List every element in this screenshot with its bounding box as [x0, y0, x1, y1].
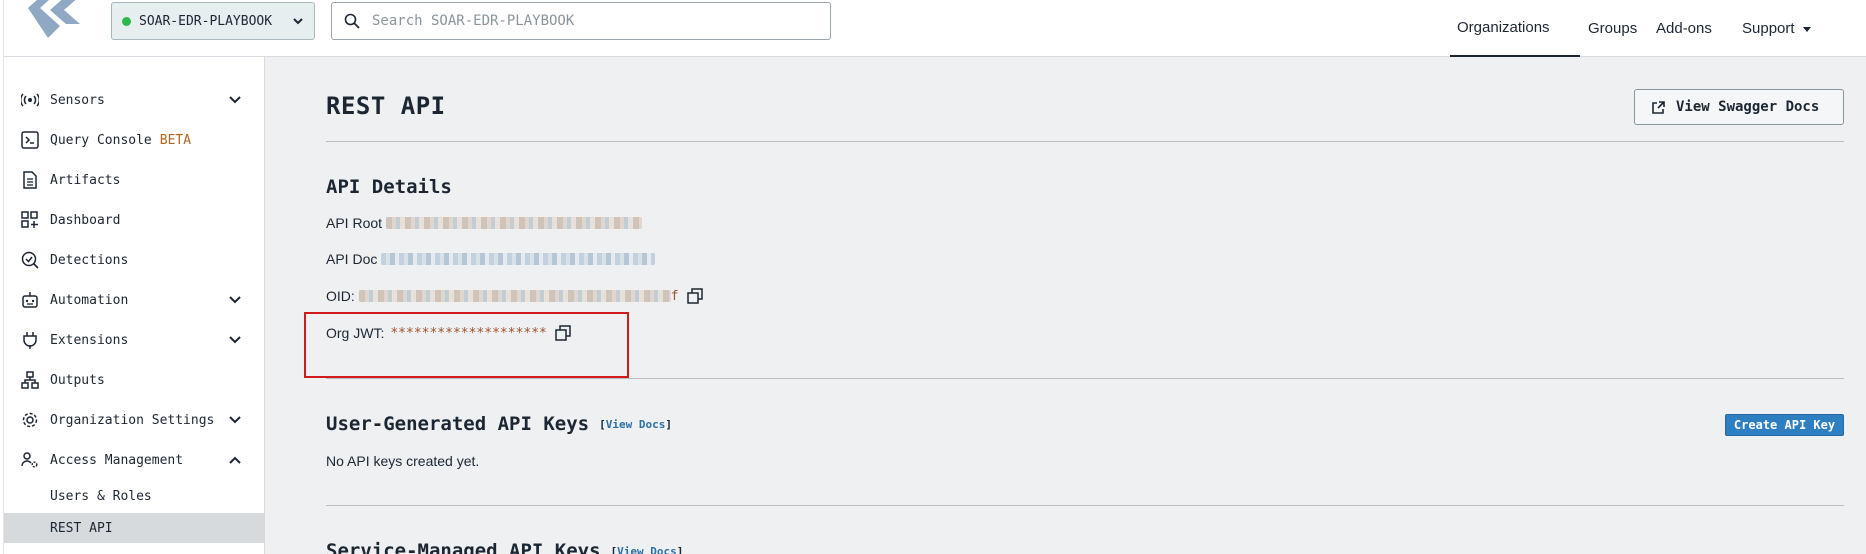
search-input[interactable]: Search SOAR-EDR-PLAYBOOK [331, 2, 831, 40]
divider [326, 505, 1844, 506]
org-selector[interactable]: SOAR-EDR-PLAYBOOK [111, 2, 315, 40]
sidebar-item-label: Organization Settings [50, 412, 215, 428]
nav-add-ons-label: Add-ons [1656, 20, 1712, 37]
nav-groups-label: Groups [1588, 20, 1638, 37]
create-api-key-button[interactable]: Create API Key [1725, 414, 1844, 436]
nav-support[interactable]: Support [1742, 0, 1813, 57]
org-name: SOAR-EDR-PLAYBOOK [139, 13, 273, 29]
sidebar-subitem-label: Users & Roles [50, 488, 152, 504]
sidebar-item-label: Sensors [50, 92, 105, 108]
plug-icon [20, 330, 40, 350]
chevron-down-icon [229, 296, 241, 304]
sidebar-item-label: Access Management [50, 452, 184, 468]
api-root-label: API Root [326, 215, 383, 231]
search-icon [344, 13, 360, 29]
outputs-icon [20, 370, 40, 390]
sidebar-item-label: Outputs [50, 372, 105, 388]
sidebar: Sensors Query Console BETA Artifacts Dash… [0, 57, 265, 554]
divider [326, 141, 1844, 142]
sidebar-subitem-users-roles[interactable]: Users & Roles [0, 481, 265, 511]
status-dot-icon [122, 16, 131, 26]
dashboard-icon [20, 210, 40, 230]
sidebar-item-artifacts[interactable]: Artifacts [0, 163, 265, 197]
search-placeholder: Search SOAR-EDR-PLAYBOOK [372, 13, 575, 29]
top-bar: SOAR-EDR-PLAYBOOK Search SOAR-EDR-PLAYBO… [0, 0, 1866, 57]
nav-support-label: Support [1742, 20, 1795, 37]
api-doc-row: API Doc [326, 251, 656, 267]
external-link-icon [1652, 100, 1665, 114]
sidebar-item-label: Automation [50, 292, 129, 308]
gear-icon [20, 410, 40, 430]
sidebar-item-label: Dashboard [50, 212, 121, 228]
sidebar-item-dashboard[interactable]: Dashboard [0, 203, 265, 237]
user-keys-heading: User-Generated API Keys [View Docs] [326, 413, 672, 435]
nav-organizations-label: Organizations [1457, 19, 1550, 36]
copy-icon[interactable] [686, 288, 703, 304]
sidebar-item-detections[interactable]: Detections [0, 243, 265, 277]
api-doc-value-redacted[interactable] [381, 253, 656, 265]
oid-suffix: f [670, 288, 679, 304]
divider [326, 378, 1844, 379]
left-edge [0, 0, 4, 554]
sidebar-item-query-console[interactable]: Query Console BETA [0, 123, 265, 157]
service-keys-title: Service-Managed API Keys [326, 540, 601, 554]
service-keys-heading: Service-Managed API Keys [View Docs] [326, 540, 683, 554]
api-details-title: API Details [326, 176, 452, 198]
sidebar-subitem-rest-api[interactable]: REST API [0, 513, 265, 543]
page-title: REST API [326, 92, 446, 120]
sidebar-item-label: Artifacts [50, 172, 121, 188]
sidebar-item-access-management[interactable]: Access Management [0, 443, 265, 477]
oid-label: OID: [326, 288, 355, 304]
sidebar-item-label: Detections [50, 252, 129, 268]
query-console-label: Query Console [50, 132, 152, 148]
sidebar-item-label: Query Console BETA [50, 133, 191, 148]
sidebar-item-extensions[interactable]: Extensions [0, 323, 265, 357]
chevron-down-icon [229, 416, 241, 424]
nav-add-ons[interactable]: Add-ons [1656, 0, 1712, 57]
api-doc-label: API Doc [326, 251, 378, 267]
user-gear-icon [20, 450, 40, 470]
sidebar-item-organization-settings[interactable]: Organization Settings [0, 403, 265, 437]
document-icon [20, 170, 40, 190]
nav-groups[interactable]: Groups [1588, 0, 1637, 57]
chevron-up-icon [229, 456, 241, 464]
chevron-down-icon [293, 18, 303, 25]
logo-icon[interactable] [20, 0, 92, 48]
view-docs-link[interactable]: [View Docs] [611, 545, 684, 554]
sidebar-item-label: Extensions [50, 332, 129, 348]
api-root-value-redacted [386, 217, 643, 229]
caret-down-icon [1802, 26, 1811, 32]
robot-icon [20, 290, 40, 310]
sidebar-item-automation[interactable]: Automation [0, 283, 265, 317]
chevron-down-icon [229, 96, 241, 104]
view-docs-link[interactable]: [View Docs] [599, 418, 672, 431]
swagger-label: View Swagger Docs [1676, 99, 1820, 115]
sidebar-item-outputs[interactable]: Outputs [0, 363, 265, 397]
beta-badge: BETA [159, 132, 192, 148]
view-docs-text[interactable]: View Docs [606, 418, 666, 431]
sidebar-item-sensors[interactable]: Sensors [0, 83, 265, 117]
oid-row: OID: f [326, 288, 703, 304]
create-api-key-label: Create API Key [1733, 418, 1836, 432]
oid-value-redacted [358, 290, 671, 302]
view-docs-text[interactable]: View Docs [617, 545, 677, 554]
nav-organizations[interactable]: Organizations [1450, 0, 1580, 57]
user-keys-title: User-Generated API Keys [326, 413, 590, 435]
terminal-icon [20, 130, 40, 150]
sensor-icon [20, 90, 40, 110]
api-root-row: API Root [326, 215, 643, 231]
view-swagger-docs-button[interactable]: View Swagger Docs [1634, 89, 1844, 125]
detection-icon [20, 250, 40, 270]
chevron-down-icon [229, 336, 241, 344]
no-keys-message: No API keys created yet. [326, 453, 480, 469]
sidebar-subitem-label: REST API [50, 520, 113, 536]
highlight-box [304, 312, 629, 378]
